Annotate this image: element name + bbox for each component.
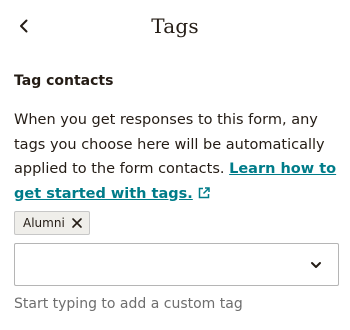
section-description: When you get responses to this form, any… <box>14 108 344 208</box>
tag-search-input[interactable] <box>25 254 285 276</box>
tag-chip-label: Alumni <box>23 216 65 230</box>
chevron-down-icon[interactable] <box>310 259 322 271</box>
tag-chip-alumni: Alumni <box>14 211 90 235</box>
page-title: Tags <box>151 14 199 38</box>
header: Tags <box>0 0 350 56</box>
tag-select[interactable] <box>14 243 339 286</box>
external-link-icon <box>197 184 211 209</box>
close-icon[interactable] <box>71 217 83 229</box>
section-title: Tag contacts <box>14 73 114 89</box>
help-text: Start typing to add a custom tag <box>14 296 243 312</box>
